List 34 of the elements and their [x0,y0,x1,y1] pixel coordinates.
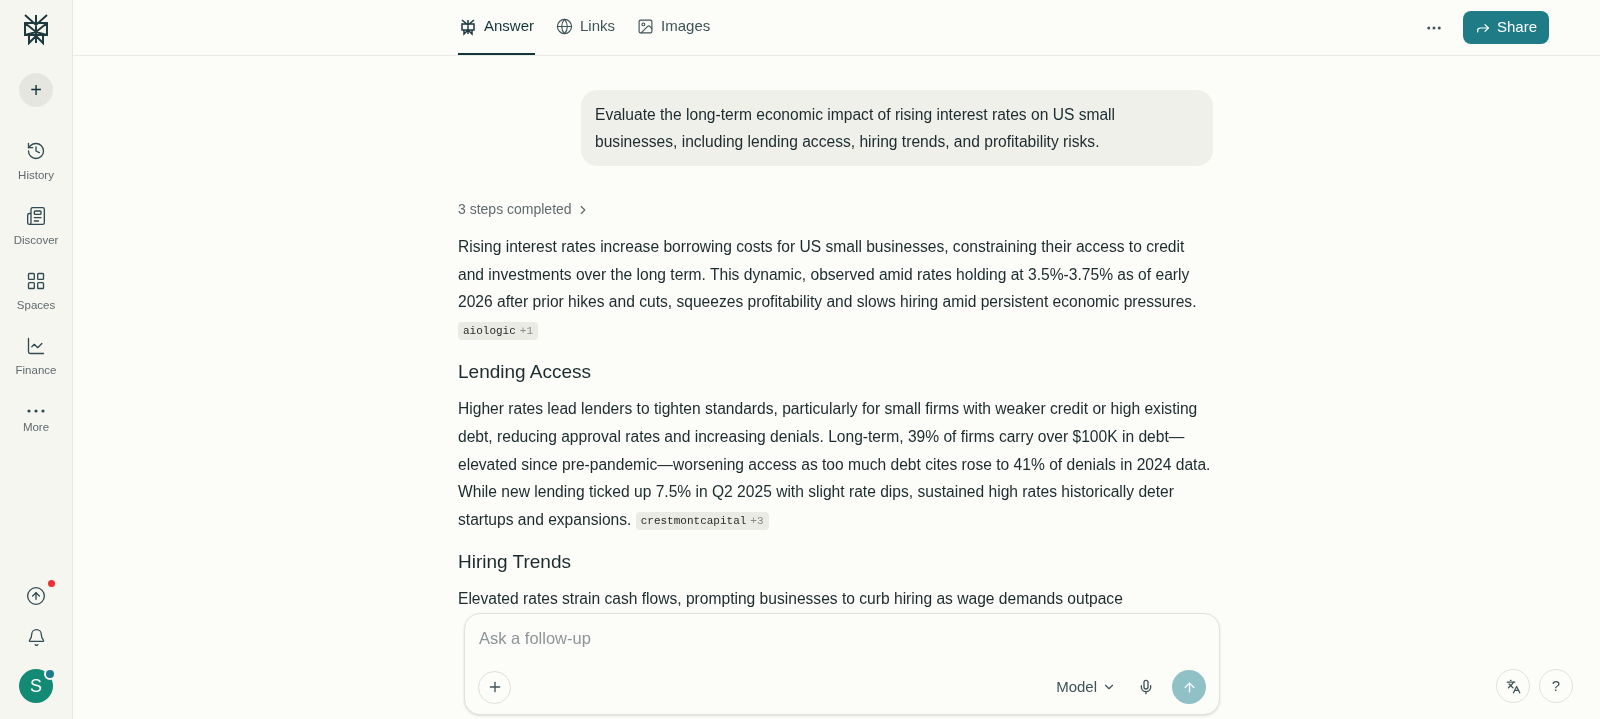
source-chip[interactable]: aiologic +1 [458,321,538,340]
asterisk-logo-icon [459,17,477,36]
tab[interactable]: Answer [458,0,536,55]
tab[interactable]: Links [555,0,617,55]
steps-toggle[interactable]: 3 steps completed [458,199,590,220]
links-icon [556,18,574,35]
share-button[interactable]: Share [1462,11,1549,44]
history-icon [26,141,46,162]
follow-up-field[interactable]: Ask a follow-up [478,626,1206,651]
query-bubble: Evaluate the long-term economic impact of rising interest rates on US small businesses, including lending access, hiring trends, and profitability risks. [581,90,1213,166]
sidebar-item[interactable]: History [5,141,67,185]
translate-icon [1505,678,1521,694]
answer-paragraph: Higher rates lead lenders to tighten standards, particularly for small firms with weaker credit or high existing debt, reducing approval rates and increasing denials. Long-term, 39% of firms carry over $100K in debt—elevated since pre-pandemic—worsening access as too much debt cites rose to 41% of denials in 2024 data. While new lending ticked up 7.5% in Q2 2025 with slight rate dips, sustained high rates historically deter startups and expansions. crestmontcapital +3 [458,399,1212,532]
spaces-icon [26,271,46,292]
sidebar-item[interactable]: Discover [5,206,67,250]
section-heading: Lending Access [458,360,593,385]
upgrade-icon[interactable] [26,586,46,606]
sidebar-item[interactable]: Finance [5,336,67,380]
sidebar-item[interactable]: More [5,401,67,445]
new-thread-button[interactable]: + [19,73,53,107]
notifications-icon[interactable] [26,628,46,647]
images-icon [637,18,655,35]
answer-paragraph: Rising interest rates increase borrowing costs for US small businesses, constraining their access to credit and investments over the long term. This dynamic, observed amid rates holding at 3.5%-3.75% as of early 2026 after prior hikes and cuts, squeezes profitability and slows hiring amid persistent economic pressures. aiologic +1 [458,233,1213,344]
finance-icon [26,336,46,357]
model-selector[interactable]: Model [1056,675,1116,699]
microphone-icon[interactable] [1138,679,1154,695]
more-icon [27,409,45,414]
answer-paragraph: Elevated rates strain cash flows, prompting businesses to curb hiring as wage demands outpace [458,589,1124,610]
section-heading: Hiring Trends [458,550,572,575]
tab[interactable]: Images [636,0,712,55]
avatar[interactable]: S [19,669,53,703]
sidebar-item[interactable]: Spaces [5,271,67,315]
source-chip[interactable]: crestmontcapital +3 [635,511,769,530]
discover-icon [26,206,46,227]
